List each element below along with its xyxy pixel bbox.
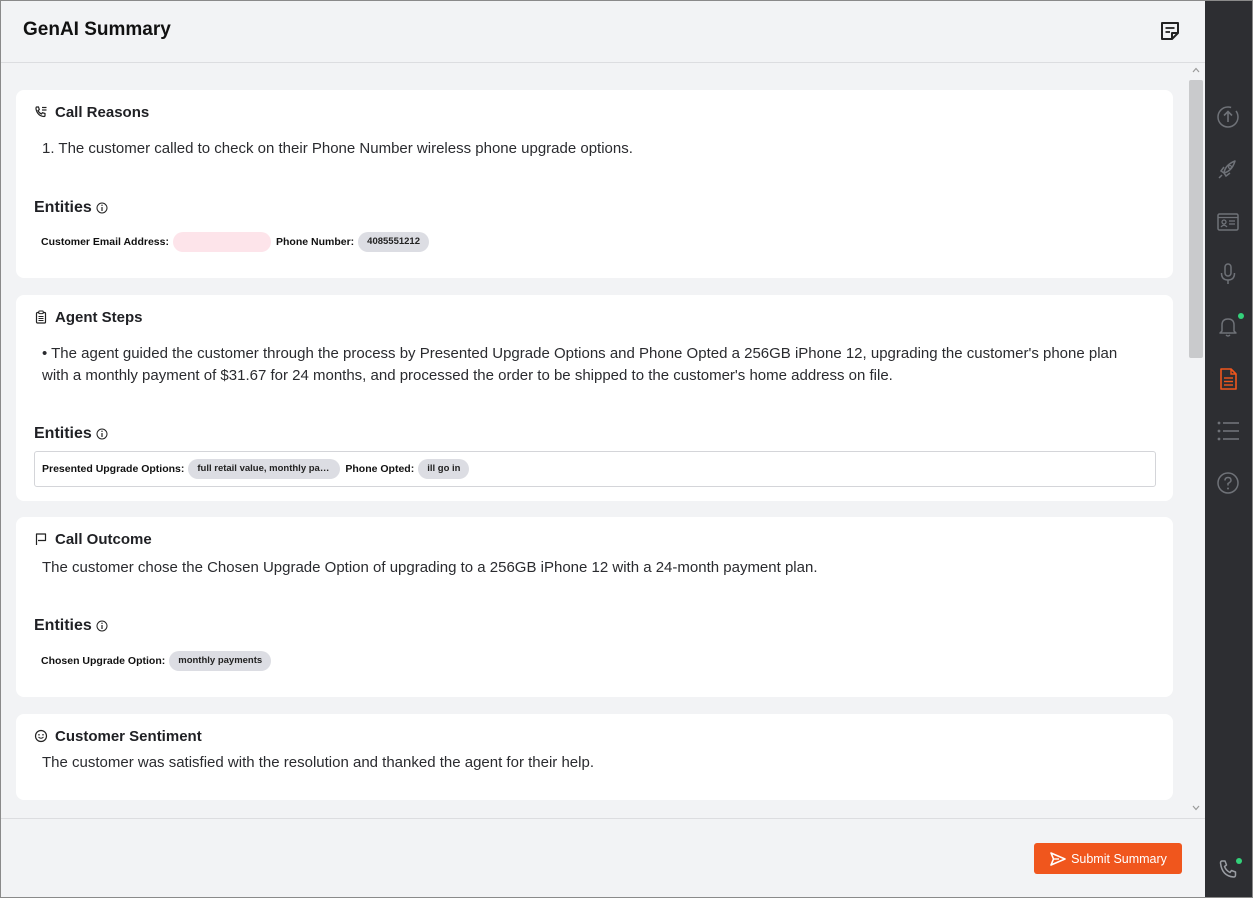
call-outcome-entities-header: Entities xyxy=(34,617,108,635)
entity-key-chosen-upgrade-option: Chosen Upgrade Option: xyxy=(41,655,166,667)
call-reasons-text: 1. The customer called to check on their… xyxy=(42,140,633,157)
agent-steps-entities: Presented Upgrade Options: full retail v… xyxy=(34,451,1156,487)
entity-chip-phone-opted[interactable]: ill go in xyxy=(418,459,470,479)
vertical-scrollbar[interactable] xyxy=(1187,64,1205,818)
entity-key-presented-upgrade-options: Presented Upgrade Options: xyxy=(42,463,185,475)
summary-panel: GenAI Summary Call Reasons 1. The custom… xyxy=(1,1,1205,897)
agent-steps-text: • The agent guided the customer through … xyxy=(42,345,1118,384)
entities-label: Entities xyxy=(34,199,92,216)
call-reasons-entities: Customer Email Address: Phone Number: 40… xyxy=(34,224,441,260)
info-icon[interactable] xyxy=(96,620,108,632)
id-card-icon[interactable] xyxy=(1215,209,1241,235)
panel-header: GenAI Summary xyxy=(1,1,1205,63)
scrollbar-thumb[interactable] xyxy=(1189,80,1203,358)
summary-scroll-area[interactable]: Call Reasons 1. The customer called to c… xyxy=(1,64,1205,818)
info-icon[interactable] xyxy=(96,428,108,440)
right-nav-rail xyxy=(1205,1,1252,897)
notification-status-dot xyxy=(1238,313,1244,319)
entity-chip-customer-email[interactable] xyxy=(172,232,271,252)
entities-label: Entities xyxy=(34,425,92,442)
call-reasons-title: Call Reasons xyxy=(55,103,150,121)
scroll-down-icon[interactable] xyxy=(1192,804,1200,812)
send-icon xyxy=(1050,851,1066,866)
agent-steps-title: Agent Steps xyxy=(55,308,143,326)
agent-steps-entities-header: Entities xyxy=(34,425,108,443)
bell-icon[interactable] xyxy=(1215,313,1241,339)
upload-circle-icon[interactable] xyxy=(1215,104,1241,130)
entity-key-phone-number: Phone Number: xyxy=(275,236,355,248)
customer-sentiment-text: The customer was satisfied with the reso… xyxy=(42,754,594,771)
submit-summary-label: Submit Summary xyxy=(1071,851,1167,866)
list-icon[interactable] xyxy=(1215,418,1241,444)
entities-label: Entities xyxy=(34,617,92,634)
customer-sentiment-card: Customer Sentiment The customer was sati… xyxy=(16,714,1173,800)
call-reasons-card: Call Reasons 1. The customer called to c… xyxy=(16,90,1173,278)
smiley-icon xyxy=(34,729,48,743)
help-icon[interactable] xyxy=(1215,470,1241,496)
page-title: GenAI Summary xyxy=(23,19,171,40)
submit-summary-button[interactable]: Submit Summary xyxy=(1034,843,1182,874)
customer-sentiment-title: Customer Sentiment xyxy=(55,727,202,745)
entity-chip-presented-upgrade-options[interactable]: full retail value, monthly pay... xyxy=(188,459,341,479)
entity-chip-phone-number[interactable]: 4085551212 xyxy=(358,232,429,252)
agent-steps-card: Agent Steps • The agent guided the custo… xyxy=(16,295,1173,501)
entity-chip-chosen-upgrade-option[interactable]: monthly payments xyxy=(169,651,272,671)
call-reasons-entities-header: Entities xyxy=(34,199,108,217)
flag-icon xyxy=(35,533,47,545)
call-outcome-text: The customer chose the Chosen Upgrade Op… xyxy=(42,559,818,576)
call-outcome-card: Call Outcome The customer chose the Chos… xyxy=(16,517,1173,697)
panel-footer: Submit Summary xyxy=(1,818,1205,897)
microphone-icon[interactable] xyxy=(1215,261,1241,287)
call-outcome-header: Call Outcome xyxy=(34,529,152,549)
phone-status-dot xyxy=(1236,858,1242,864)
call-reasons-header: Call Reasons xyxy=(34,102,149,122)
customer-sentiment-header: Customer Sentiment xyxy=(34,726,202,746)
clipboard-icon xyxy=(35,310,47,324)
rocket-icon[interactable] xyxy=(1215,156,1241,182)
entity-key-phone-opted: Phone Opted: xyxy=(345,463,415,475)
scroll-up-icon[interactable] xyxy=(1192,66,1200,74)
entity-key-customer-email: Customer Email Address: xyxy=(41,236,169,248)
sticky-note-icon[interactable] xyxy=(1159,20,1181,42)
phone-list-icon xyxy=(35,106,47,118)
info-icon[interactable] xyxy=(96,202,108,214)
agent-steps-header: Agent Steps xyxy=(34,307,143,327)
call-outcome-entities: Chosen Upgrade Option: monthly payments xyxy=(34,643,283,679)
call-outcome-title: Call Outcome xyxy=(55,530,152,548)
document-icon[interactable] xyxy=(1215,366,1241,392)
